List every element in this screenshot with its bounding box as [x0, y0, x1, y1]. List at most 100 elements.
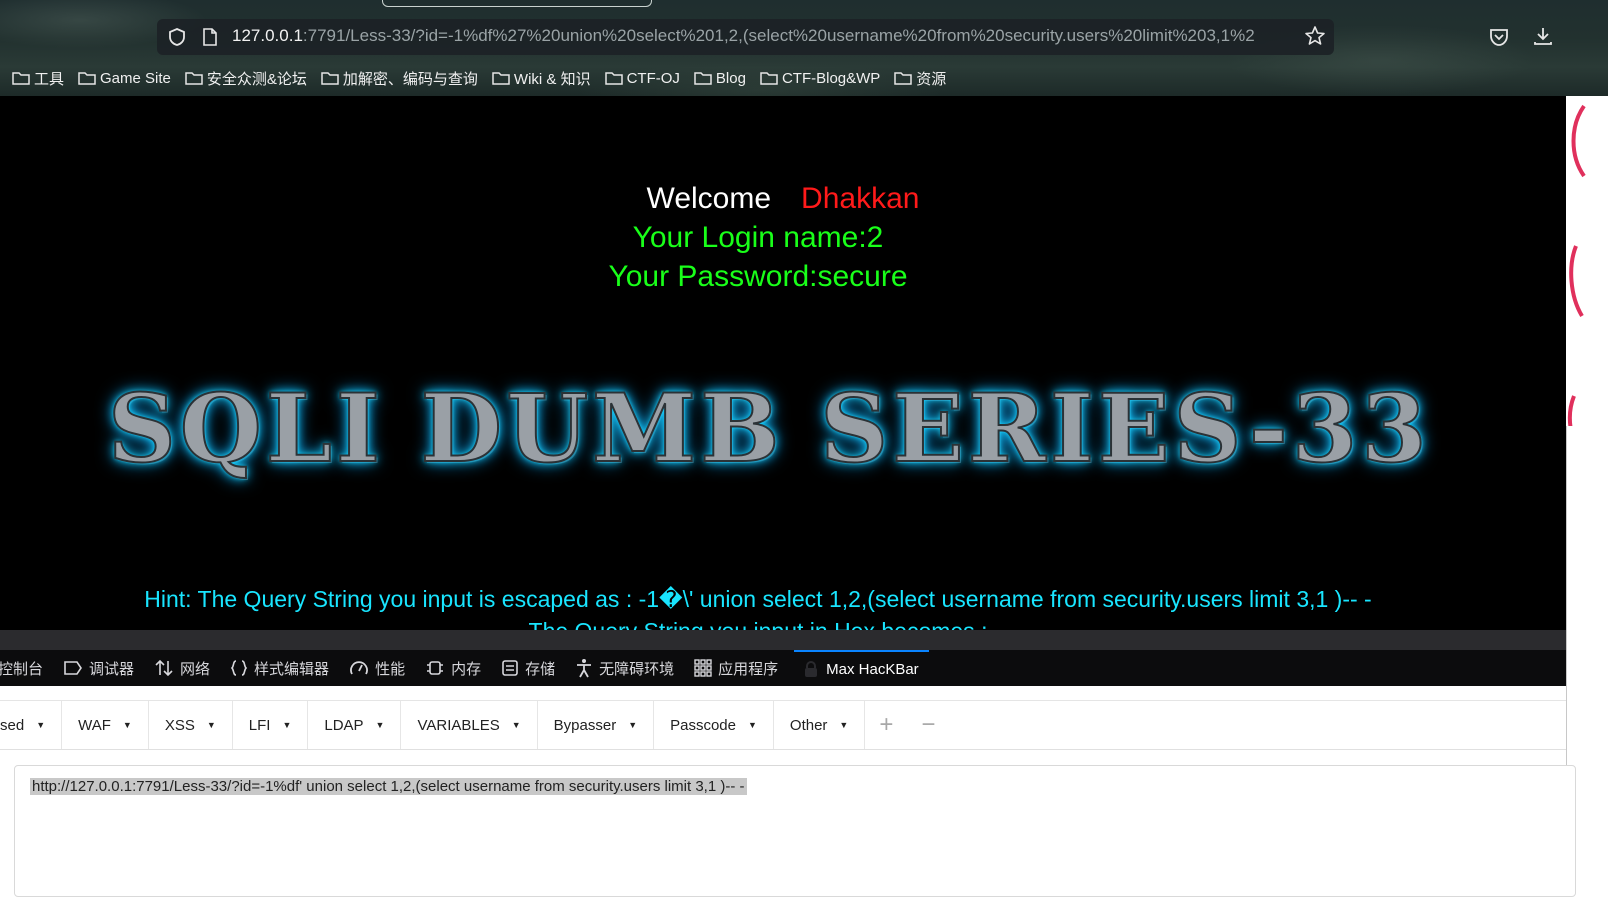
menu-passcode-dropdown[interactable]: Passcode ▼	[654, 701, 774, 749]
tab-network[interactable]: 网络	[144, 650, 220, 686]
accessibility-icon	[577, 659, 592, 678]
tab-label: Max HacKBar	[826, 660, 919, 678]
menu-encoding-dropdown[interactable]: sed ▼	[0, 701, 63, 749]
menu-label: sed	[0, 716, 25, 734]
hackbar-url-value: http://127.0.0.1:7791/Less-33/?id=-1%df'…	[30, 778, 747, 795]
menu-label: LDAP	[324, 716, 364, 734]
tab-application[interactable]: 应用程序	[684, 650, 788, 686]
url-text[interactable]: 127.0.0.1:7791/Less-33/?id=-1%df%27%20un…	[232, 26, 1292, 46]
menu-label: LFI	[248, 716, 271, 734]
caret-down-icon: ▼	[839, 720, 849, 730]
menu-other-dropdown[interactable]: Other ▼	[774, 701, 866, 749]
bookmark-folder[interactable]: 安全众测&论坛	[185, 66, 307, 90]
remove-field-minus-icon[interactable]: −	[907, 701, 949, 749]
folder-icon	[321, 72, 339, 85]
bookmark-label: CTF-OJ	[626, 69, 680, 87]
folder-icon	[492, 72, 510, 85]
hint-escaped-query: Hint: The Query String you input is esca…	[144, 586, 1372, 612]
tab-label: 样式编辑器	[254, 660, 330, 678]
bookmark-folder[interactable]: 工具	[12, 66, 64, 90]
caret-down-icon: ▼	[282, 720, 292, 730]
menu-label: Bypasser	[553, 716, 617, 734]
hint-hex-query: The Query String you input in Hex become…	[0, 618, 1516, 630]
download-icon[interactable]	[1532, 25, 1554, 47]
bookmark-label: 资源	[916, 70, 947, 88]
add-field-plus-icon[interactable]: +	[865, 701, 907, 749]
tab-storage[interactable]: 存储	[491, 650, 565, 686]
tab-console[interactable]: 控制台	[0, 650, 53, 686]
devtools-tab-bar: 控制台 调试器 网络 样式编辑器 性能 内存 存储 无障碍环境 应用程序 Max…	[0, 650, 1566, 686]
bookmark-label: Game Site	[100, 69, 171, 87]
tab-label: 控制台	[0, 660, 44, 678]
bookmark-folder[interactable]: CTF-Blog&WP	[760, 66, 880, 90]
folder-icon	[894, 72, 913, 85]
menu-waf-dropdown[interactable]: WAF ▼	[62, 701, 149, 749]
welcome-text: Welcome	[646, 182, 772, 215]
braces-icon	[230, 660, 248, 676]
bookmark-label: 安全众测&论坛	[206, 70, 307, 88]
folder-icon	[604, 72, 623, 85]
tab-style-editor[interactable]: 样式编辑器	[220, 650, 339, 686]
menu-bypasser-dropdown[interactable]: Bypasser ▼	[538, 701, 655, 749]
network-icon	[155, 659, 173, 677]
bookmark-folder[interactable]: 加解密、编码与查询	[321, 66, 478, 90]
menu-variables-dropdown[interactable]: VARIABLES ▼	[401, 701, 538, 749]
bookmark-folder[interactable]: Wiki & 知识	[492, 66, 591, 90]
caret-down-icon: ▼	[122, 720, 132, 730]
active-tab-edge[interactable]	[382, 0, 652, 7]
grid-icon	[694, 659, 712, 677]
menu-lfi-dropdown[interactable]: LFI ▼	[233, 701, 309, 749]
storage-icon	[502, 660, 518, 676]
shield-icon[interactable]	[167, 27, 187, 47]
series-banner: SQLI DUMB SERIES-33	[107, 373, 1431, 485]
menu-xss-dropdown[interactable]: XSS ▼	[149, 701, 233, 749]
bookmark-star-icon[interactable]	[1304, 25, 1326, 47]
menu-label: VARIABLES	[417, 716, 500, 734]
bookmark-folder[interactable]: Game Site	[78, 66, 171, 90]
devtools-resizer[interactable]	[0, 630, 1566, 650]
folder-icon	[12, 72, 30, 85]
tab-accessibility[interactable]: 无障碍环境	[565, 650, 684, 686]
caret-down-icon: ▼	[511, 720, 521, 730]
tab-label: 调试器	[89, 660, 135, 678]
menu-label: WAF	[78, 716, 111, 734]
menu-ldap-dropdown[interactable]: LDAP ▼	[308, 701, 402, 749]
welcome-line: Welcome Dhakkan	[0, 182, 1566, 216]
page-icon	[201, 27, 219, 47]
tab-label: 网络	[180, 660, 211, 678]
tab-max-hackbar[interactable]: Max HacKBar	[794, 650, 929, 686]
tab-label: 无障碍环境	[599, 660, 675, 678]
bookmark-label: 加解密、编码与查询	[342, 70, 478, 88]
tab-performance[interactable]: 性能	[339, 650, 415, 686]
debugger-icon	[64, 661, 82, 675]
url-path: :7791/Less-33/?id=-1%df%27%20union%20sel…	[302, 26, 1255, 45]
hackbar-menu-bar: sed ▼ WAF ▼ XSS ▼ LFI ▼ LDAP ▼ VARIABLES ▼ Byp…	[0, 700, 1566, 750]
memory-chip-icon	[427, 661, 444, 675]
bookmark-folder[interactable]: 资源	[894, 66, 946, 90]
folder-icon	[78, 72, 96, 85]
caret-down-icon: ▼	[36, 720, 46, 730]
menu-label: Other	[789, 716, 828, 734]
bookmarks-toolbar: 工具 Game Site 安全众测&论坛 加解密、编码与查询 Wiki & 知识…	[12, 66, 960, 90]
page-content: Welcome Dhakkan Your Login name:2 Your Pa…	[0, 96, 1566, 630]
browser-chrome: 127.0.0.1:7791/Less-33/?id=-1%df%27%20un…	[0, 0, 1608, 96]
bookmark-label: 工具	[34, 70, 65, 88]
pocket-icon[interactable]	[1488, 26, 1510, 48]
bookmark-folder[interactable]: Blog	[694, 66, 746, 90]
url-host: 127.0.0.1	[232, 26, 303, 45]
caret-down-icon: ▼	[375, 720, 385, 730]
folder-icon	[694, 72, 712, 85]
tab-debugger[interactable]: 调试器	[53, 650, 144, 686]
caret-down-icon: ▼	[747, 720, 757, 730]
menu-label: XSS	[164, 716, 195, 734]
bookmark-label: Wiki & 知识	[513, 70, 591, 88]
folder-icon	[760, 72, 778, 85]
tab-memory[interactable]: 内存	[415, 650, 491, 686]
menu-label: Passcode	[670, 716, 736, 734]
gauge-icon	[350, 661, 368, 675]
hackbar-url-textarea[interactable]: http://127.0.0.1:7791/Less-33/?id=-1%df'…	[14, 765, 1576, 897]
address-bar[interactable]: 127.0.0.1:7791/Less-33/?id=-1%df%27%20un…	[157, 19, 1334, 55]
user-name: Dhakkan	[801, 182, 920, 215]
hackbar-lock-icon	[805, 661, 818, 677]
bookmark-folder[interactable]: CTF-OJ	[604, 66, 680, 90]
